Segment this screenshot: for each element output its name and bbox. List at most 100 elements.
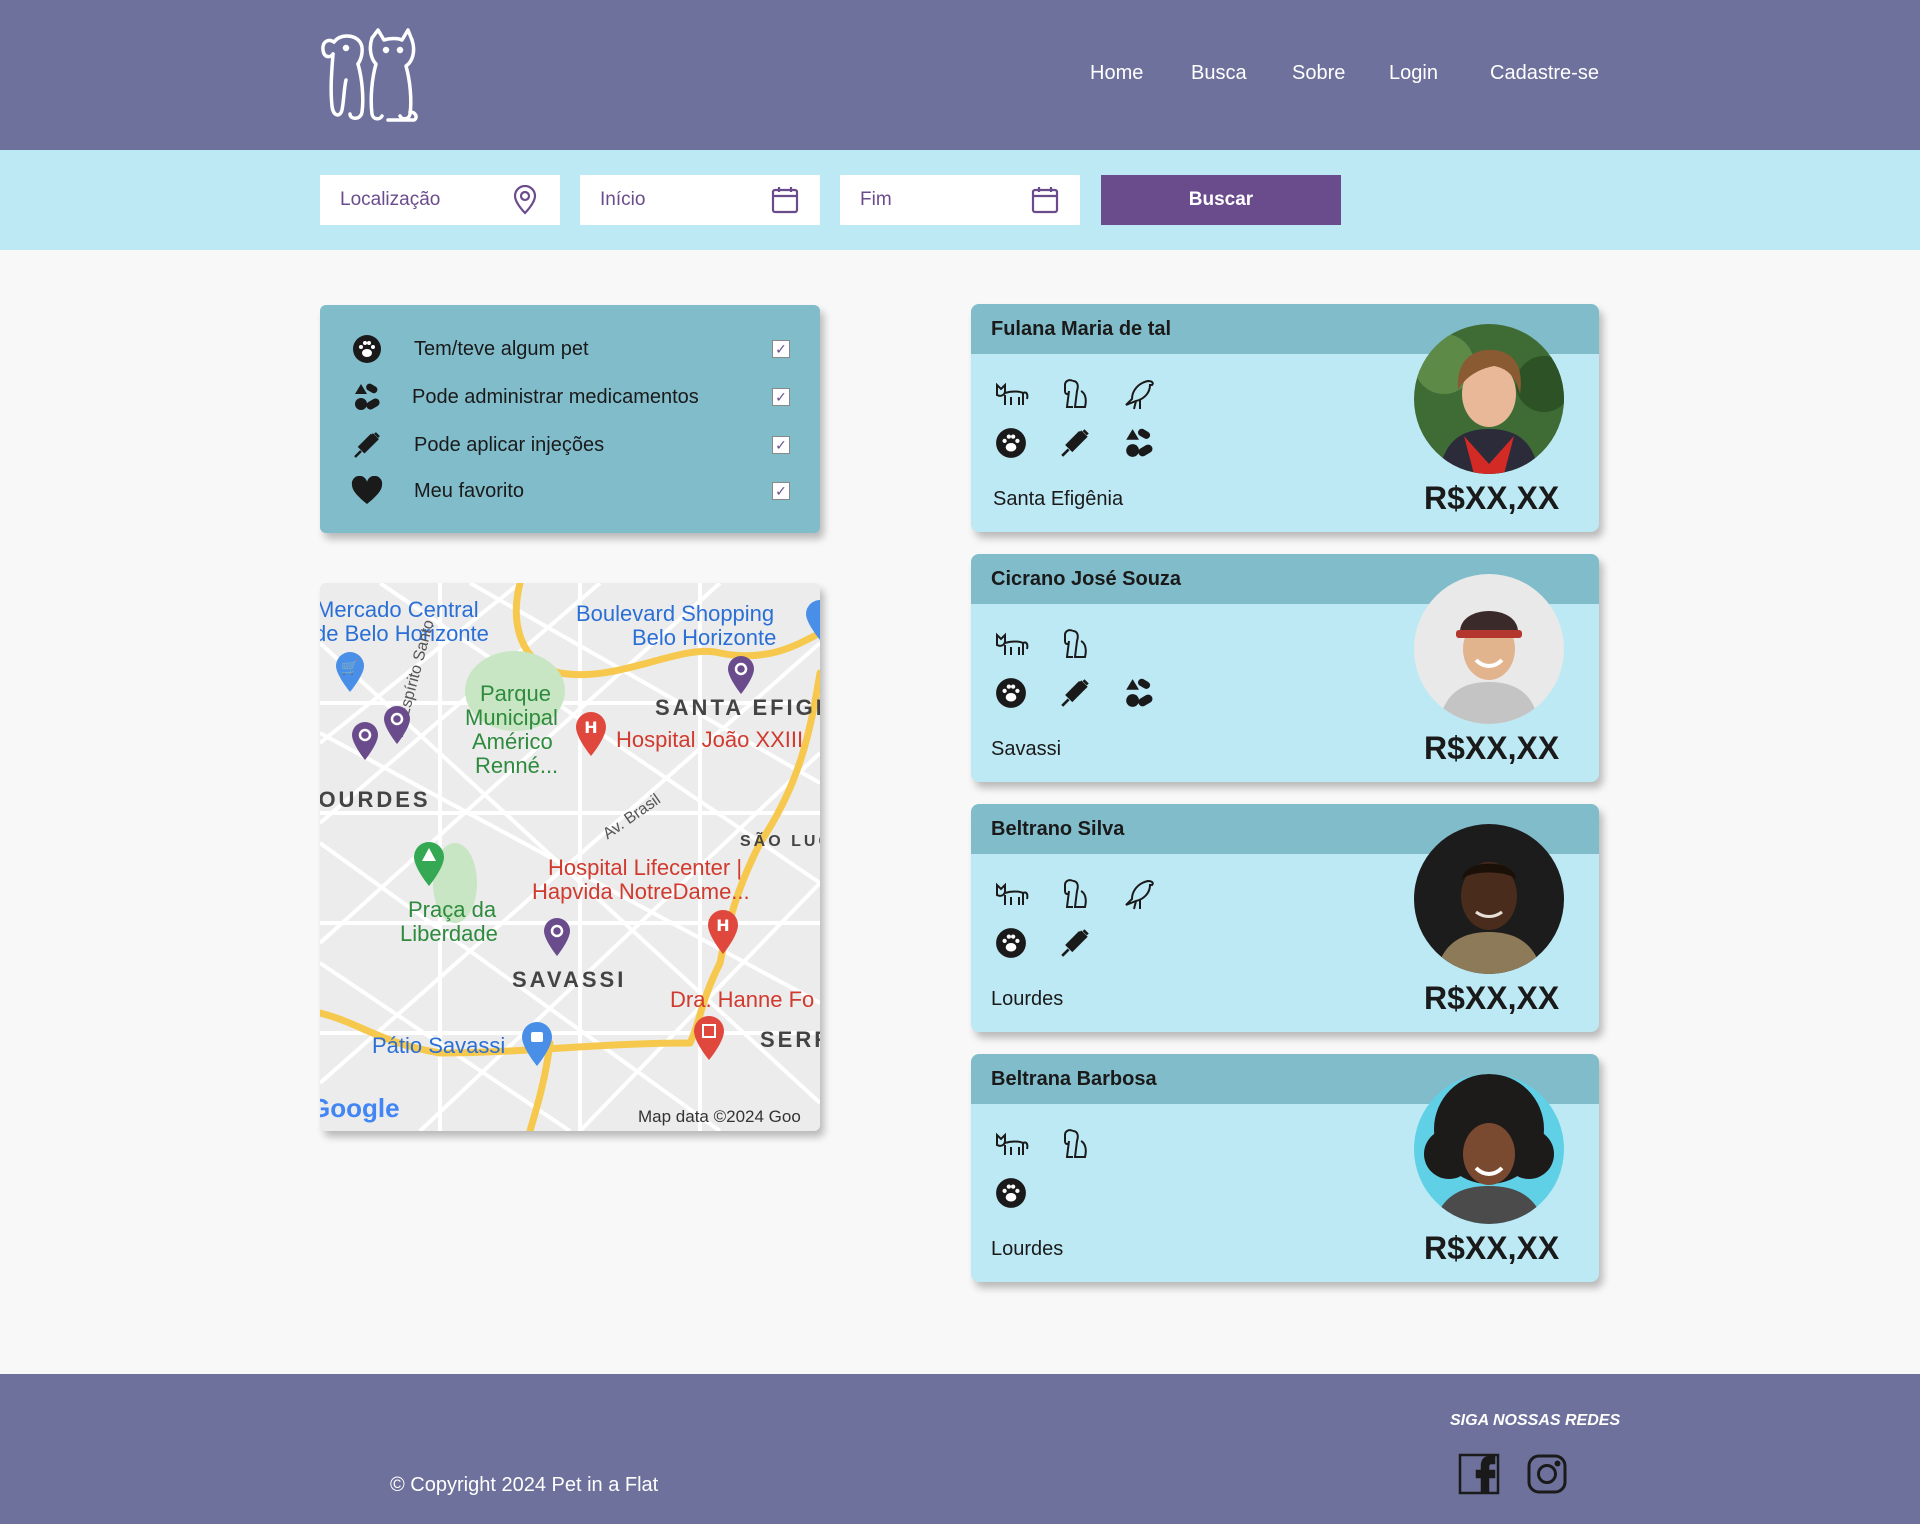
filter-label: Pode aplicar injeções xyxy=(414,433,605,456)
map-attribution: Map data ©2024 Goo xyxy=(638,1107,801,1126)
syringe-icon xyxy=(1055,923,1095,963)
map-label: SÃO LUC xyxy=(740,833,820,850)
avatar[interactable] xyxy=(1414,324,1564,474)
nav-home[interactable]: Home xyxy=(1090,62,1143,85)
filter-checkbox[interactable]: ✓ xyxy=(772,388,790,406)
caregiver-card[interactable]: Beltrana Barbosa Lourdes R$XX,XX xyxy=(971,1054,1599,1282)
caregiver-name: Cicrano José Souza xyxy=(991,568,1182,590)
bird-icon xyxy=(1119,874,1159,914)
location-pin-icon[interactable] xyxy=(542,917,572,957)
map-label: Boulevard Shopping xyxy=(576,601,775,626)
dog-icon xyxy=(1055,374,1095,414)
search-button[interactable]: Buscar xyxy=(1101,175,1341,225)
caregiver-location: Santa Efigênia xyxy=(993,488,1124,510)
map-label: Hospital Lifecenter | xyxy=(548,855,743,880)
location-pin-icon[interactable] xyxy=(382,705,412,745)
cat-icon xyxy=(991,374,1031,414)
clinic-pin-icon[interactable] xyxy=(692,1015,726,1061)
filter-label: Meu favorito xyxy=(414,479,525,502)
paw-icon xyxy=(991,423,1031,463)
caregiver-price: R$XX,XX xyxy=(1424,480,1560,516)
map-label: Liberdade xyxy=(400,921,498,946)
svg-text:🛒: 🛒 xyxy=(341,659,358,676)
map-label: Américo xyxy=(472,729,553,754)
avatar[interactable] xyxy=(1414,1074,1564,1224)
pills-icon xyxy=(1119,423,1159,463)
filter-medication[interactable]: Pode administrar medicamentos ✓ xyxy=(350,379,790,415)
start-date-field[interactable]: Início xyxy=(580,175,820,225)
dog-icon xyxy=(1055,874,1095,914)
caregiver-card[interactable]: Beltrano Silva Lourdes R$XX,XX xyxy=(971,804,1599,1032)
pet-logo-icon[interactable] xyxy=(320,28,420,123)
caregiver-card[interactable]: Cicrano José Souza Savassi R$XX,XX xyxy=(971,554,1599,782)
filter-has-pet[interactable]: Tem/teve algum pet ✓ xyxy=(350,331,790,367)
paw-icon xyxy=(350,332,384,366)
filter-panel: Tem/teve algum pet ✓ Pode administrar me… xyxy=(320,305,820,533)
paw-icon xyxy=(991,1173,1031,1213)
pills-icon xyxy=(350,380,384,414)
nav-login[interactable]: Login xyxy=(1389,62,1438,85)
heart-icon xyxy=(350,474,384,508)
caregiver-name: Fulana Maria de tal xyxy=(991,318,1172,340)
caregiver-location: Lourdes xyxy=(991,988,1064,1010)
dog-icon xyxy=(1055,624,1095,664)
avatar[interactable] xyxy=(1414,824,1564,974)
filter-favorite[interactable]: Meu favorito ✓ xyxy=(350,473,790,509)
shopping-pin-icon[interactable]: 🛒 xyxy=(334,651,366,693)
shopping-pin-icon[interactable] xyxy=(804,599,820,641)
map[interactable]: Mercado Central de Belo Horizonte Boulev… xyxy=(320,583,820,1131)
filter-checkbox[interactable]: ✓ xyxy=(772,340,790,358)
cat-icon xyxy=(991,874,1031,914)
map-label: SERR xyxy=(760,1027,820,1052)
map-label: Renné... xyxy=(475,753,559,778)
syringe-icon xyxy=(1055,423,1095,463)
pills-icon xyxy=(1119,673,1159,713)
copyright-text: © Copyright 2024 Pet in a Flat xyxy=(390,1474,659,1496)
shopping-pin-icon[interactable] xyxy=(520,1021,554,1067)
social-title: SIGA NOSSAS REDES xyxy=(1450,1412,1621,1429)
nav-busca[interactable]: Busca xyxy=(1191,62,1247,85)
map-label: Parque xyxy=(480,681,551,706)
map-label: SANTA EFIGÊ xyxy=(655,695,820,720)
svg-text:H: H xyxy=(716,916,729,935)
hospital-pin-icon[interactable]: H xyxy=(706,909,740,955)
end-date-field[interactable]: Fim xyxy=(840,175,1080,225)
caregiver-location: Lourdes xyxy=(991,1238,1064,1260)
end-date-placeholder: Fim xyxy=(860,189,892,210)
cat-icon xyxy=(991,624,1031,664)
filter-injection[interactable]: Pode aplicar injeções ✓ xyxy=(350,427,790,463)
paw-icon xyxy=(991,673,1031,713)
park-pin-icon[interactable] xyxy=(412,841,446,887)
location-field[interactable]: Localização xyxy=(320,175,560,225)
map-label: Municipal xyxy=(465,705,558,730)
google-logo: Google xyxy=(320,1093,400,1123)
map-label: Belo Horizonte xyxy=(632,625,777,650)
avatar[interactable] xyxy=(1414,574,1564,724)
filter-checkbox[interactable]: ✓ xyxy=(772,482,790,500)
caregiver-location: Savassi xyxy=(991,738,1062,760)
filter-checkbox[interactable]: ✓ xyxy=(772,436,790,454)
caregiver-card[interactable]: Fulana Maria de tal Santa Efigênia R$XX,… xyxy=(971,304,1599,532)
site-footer xyxy=(0,1374,1920,1524)
location-pin-icon[interactable] xyxy=(350,721,380,761)
map-label: Hapvida NotreDame... xyxy=(532,879,750,904)
instagram-icon[interactable] xyxy=(1526,1453,1568,1495)
location-pin-icon[interactable] xyxy=(726,655,756,695)
caregiver-price: R$XX,XX xyxy=(1424,980,1560,1016)
caregiver-price: R$XX,XX xyxy=(1424,730,1560,766)
dog-icon xyxy=(1055,1124,1095,1164)
nav-sobre[interactable]: Sobre xyxy=(1292,62,1345,85)
syringe-icon xyxy=(350,428,384,462)
caregiver-name: Beltrano Silva xyxy=(991,818,1125,840)
hospital-pin-icon[interactable]: H xyxy=(574,711,608,757)
map-label: Mercado Central xyxy=(320,597,479,622)
facebook-icon[interactable] xyxy=(1458,1453,1500,1495)
map-label: de Belo Horizonte xyxy=(320,621,489,646)
svg-text:H: H xyxy=(584,718,597,737)
nav-cadastre-se[interactable]: Cadastre-se xyxy=(1490,62,1599,85)
start-date-placeholder: Início xyxy=(600,189,646,210)
location-placeholder: Localização xyxy=(340,189,441,210)
bird-icon xyxy=(1119,374,1159,414)
map-pin-icon xyxy=(513,185,537,215)
filter-label: Tem/teve algum pet xyxy=(414,337,589,360)
